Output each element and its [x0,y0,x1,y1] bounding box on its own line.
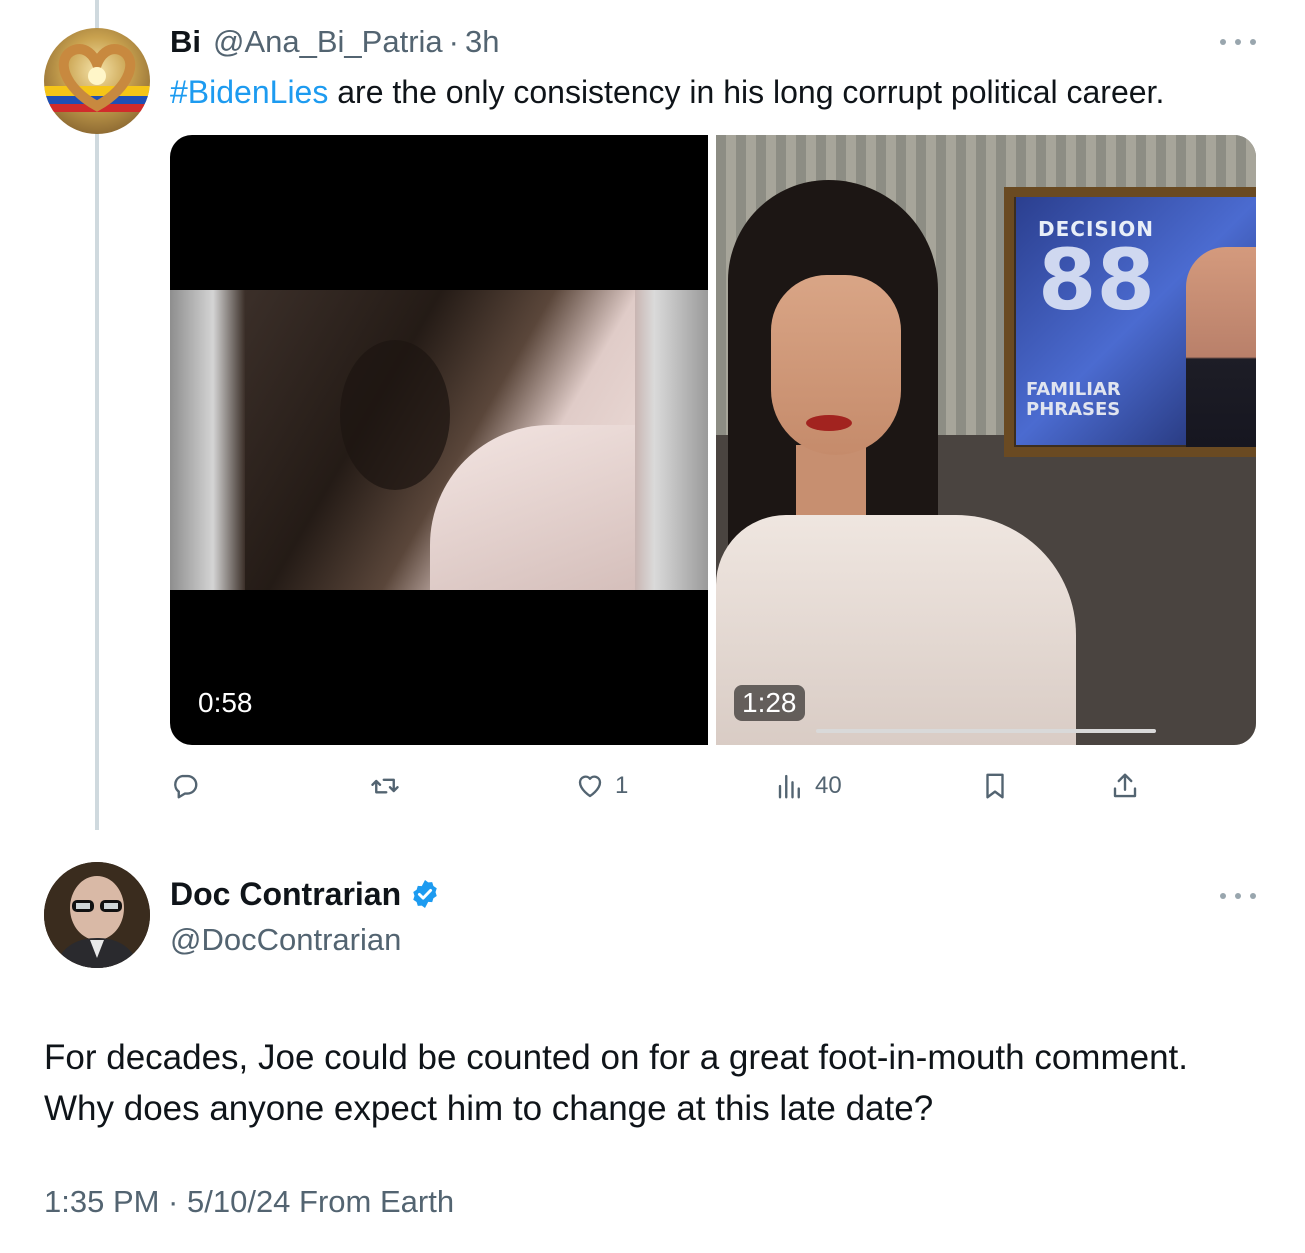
reply-button[interactable] [170,766,210,806]
hashtag-link[interactable]: #BidenLies [170,74,328,110]
bookmark-button[interactable] [980,766,1010,806]
like-button[interactable]: 1 [575,766,628,806]
more-options-icon[interactable] [1220,32,1256,52]
tweet-action-bar: 1 40 [170,766,1145,806]
video-progress-bar[interactable] [816,729,1156,733]
screen-caption: FAMILIAR PHRASES [1026,380,1121,420]
video-duration-badge: 0:58 [198,687,253,718]
heart-hands-icon [44,44,150,112]
tweet-meta-timestamp[interactable]: 1:35 PM · 5/10/24 From Earth [44,1184,454,1220]
tweet-body: are the only consistency in his long cor… [328,74,1165,110]
more-options-icon[interactable] [1220,886,1256,906]
like-count: 1 [615,772,629,799]
reply-icon [174,774,198,799]
author-avatar[interactable] [44,862,150,968]
tweet-header: Bi @Ana_Bi_Patria · 3h [170,22,499,62]
video-player-2[interactable]: DECISION 88 FAMILIAR PHRASES 1:28 [716,135,1256,745]
author-handle[interactable]: @Ana_Bi_Patria [213,24,443,60]
video-duration-badge: 1:28 [734,685,805,721]
reply-header: Doc Contrarian @DocContrarian [170,872,441,958]
screen-caption-line-1: FAMILIAR [1026,379,1121,400]
bookmark-icon [986,773,1004,799]
views-count: 40 [815,772,842,799]
screen-caption-line-2: PHRASES [1026,399,1121,420]
screen-logo-number: 88 [1038,231,1155,329]
elderly-man-icon [44,862,150,968]
separator-dot: · [448,24,459,59]
share-icon [1113,773,1137,798]
author-name[interactable]: Doc Contrarian [170,876,401,913]
verified-badge-icon[interactable] [409,878,441,910]
views-button[interactable]: 40 [775,766,842,806]
retweet-button[interactable] [370,766,410,806]
author-name-row: Doc Contrarian [170,872,441,916]
tweet-text: #BidenLies are the only consistency in h… [170,70,1164,114]
analytics-icon [778,774,800,799]
video-thumbnail-inset-person [1186,247,1256,447]
retweet-icon [371,778,399,794]
tweet-timestamp[interactable]: 3h [465,24,499,60]
heart-icon [578,775,602,798]
video-thumbnail-anchor-lips [806,415,852,431]
author-avatar[interactable] [44,28,150,134]
author-handle[interactable]: @DocContrarian [170,922,441,958]
author-name[interactable]: Bi [170,24,201,60]
reply-text: For decades, Joe could be counted on for… [44,1038,1188,1128]
video-thumbnail-figure [340,340,450,490]
share-button[interactable] [1110,766,1140,806]
media-grid: 0:58 DECISION 88 FAMILIAR PHRASES 1:28 [170,135,1256,745]
video-player-1[interactable]: 0:58 [170,135,708,745]
